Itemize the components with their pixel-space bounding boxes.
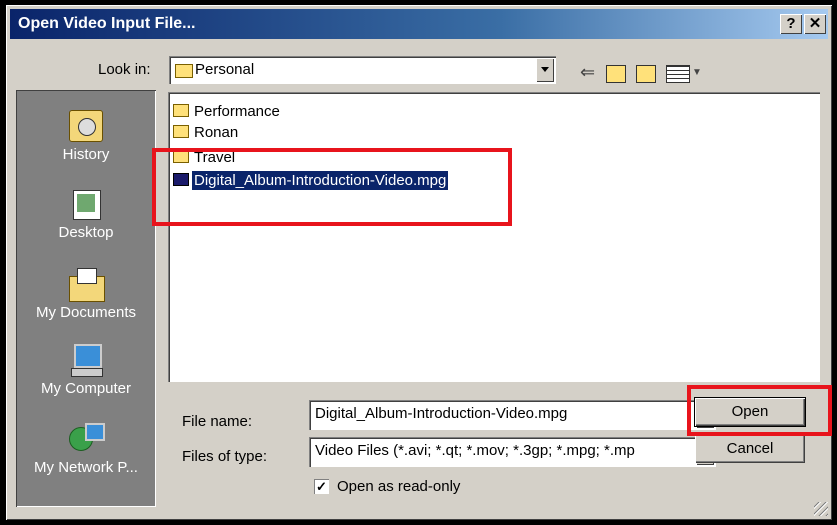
folder-icon: [173, 125, 189, 138]
file-type-value: Video Files (*.avi; *.qt; *.mov; *.3gp; …: [315, 442, 635, 459]
highlight-box-open: [687, 385, 832, 436]
title-bar: Open Video Input File... ? ✕: [10, 9, 828, 39]
look-in-label: Look in:: [98, 61, 151, 78]
up-folder-icon[interactable]: [606, 65, 626, 83]
file-type-label: Files of type:: [182, 448, 268, 465]
places-my-computer-label: My Computer: [40, 380, 132, 397]
desktop-icon: [69, 188, 103, 220]
places-my-network-label: My Network P...: [34, 459, 138, 476]
read-only-checkbox[interactable]: ✓: [314, 479, 329, 494]
places-desktop-label: Desktop: [58, 224, 114, 241]
help-button[interactable]: ?: [780, 14, 802, 34]
places-my-documents[interactable]: My Documents: [16, 268, 156, 321]
my-computer-icon: [69, 344, 103, 377]
open-file-dialog: Open Video Input File... ? ✕ Look in: Pe…: [6, 5, 832, 520]
places-my-computer[interactable]: My Computer: [16, 344, 156, 397]
places-my-network[interactable]: My Network P...: [16, 423, 156, 476]
list-item-label: Performance: [194, 103, 280, 120]
file-list: Performance Ronan Travel Digital_Album-I…: [168, 92, 820, 382]
close-button[interactable]: ✕: [804, 14, 826, 34]
chevron-down-icon[interactable]: [536, 58, 554, 82]
my-network-places-icon: [69, 423, 105, 455]
new-folder-icon[interactable]: [636, 65, 656, 83]
file-name-value: Digital_Album-Introduction-Video.mpg: [315, 405, 568, 422]
history-icon: [69, 110, 103, 142]
places-bar: History Desktop My Documents My Computer: [16, 90, 156, 507]
file-name-label: File name:: [182, 413, 253, 430]
dialog-title: Open Video Input File...: [18, 15, 196, 32]
folder-icon: [173, 104, 189, 117]
folder-icon: [175, 64, 193, 78]
look-in-value: Personal: [195, 61, 255, 78]
list-item[interactable]: Ronan: [173, 124, 240, 144]
read-only-label: Open as read-only: [337, 478, 461, 495]
places-desktop[interactable]: Desktop: [16, 188, 156, 241]
places-history[interactable]: History: [16, 110, 156, 163]
view-chevron-icon[interactable]: ▼: [692, 67, 702, 78]
cancel-button[interactable]: Cancel: [695, 435, 805, 463]
my-documents-icon: [69, 268, 105, 302]
places-my-documents-label: My Documents: [35, 304, 137, 321]
resize-grip-icon[interactable]: [814, 502, 828, 516]
back-arrow-icon[interactable]: ⇐: [580, 62, 595, 83]
list-item[interactable]: Performance: [173, 103, 282, 123]
list-item-label: Ronan: [194, 124, 239, 141]
file-type-dropdown[interactable]: Video Files (*.avi; *.qt; *.mov; *.3gp; …: [309, 437, 716, 467]
file-name-input[interactable]: Digital_Album-Introduction-Video.mpg: [309, 400, 716, 430]
view-menu-icon[interactable]: [666, 65, 690, 83]
places-history-label: History: [62, 146, 110, 163]
look-in-dropdown[interactable]: Personal: [169, 56, 556, 84]
highlight-box-file: [152, 148, 512, 226]
